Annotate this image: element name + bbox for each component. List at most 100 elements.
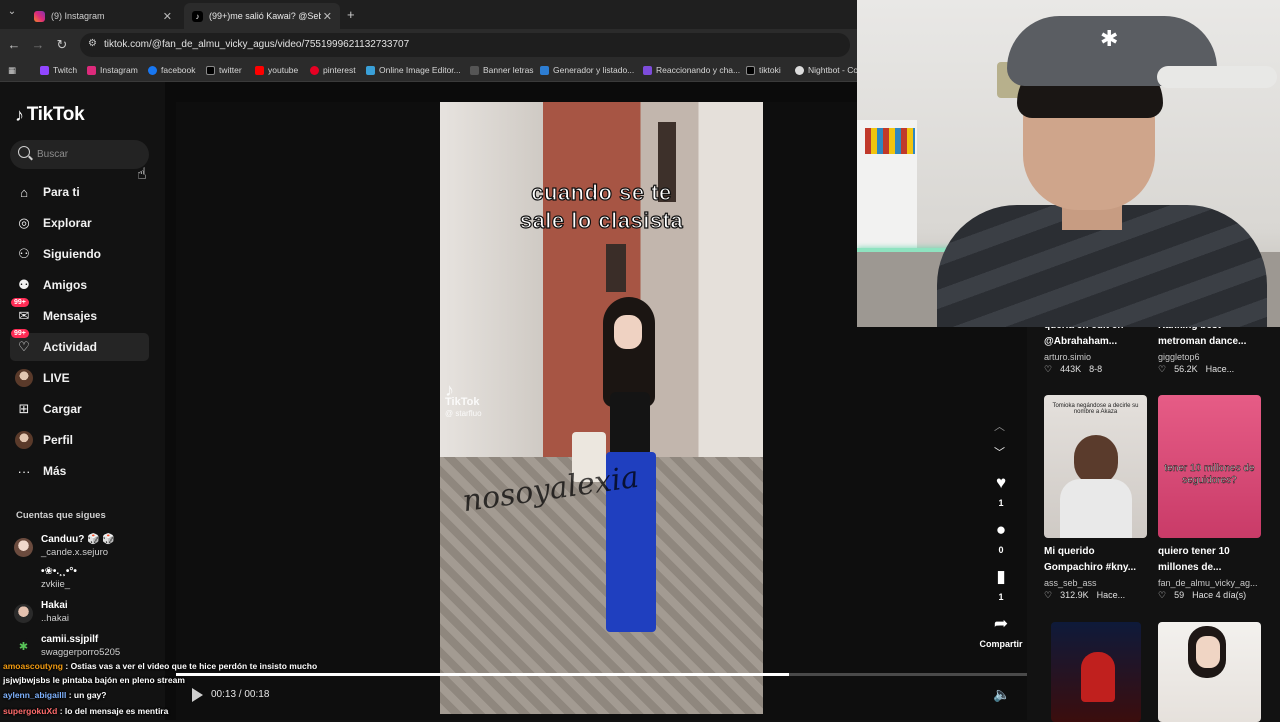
- bookmark-label: Nightbot - Co...: [808, 65, 857, 75]
- nav-label: Siguiendo: [43, 247, 101, 261]
- rec-date: Hace 4 día(s): [1192, 590, 1247, 600]
- close-tab-icon[interactable]: ✕: [163, 10, 172, 23]
- tab-title: (9) Instagram: [51, 11, 105, 21]
- nav-amigos[interactable]: ⚉ Amigos: [10, 271, 149, 299]
- nav-explorar[interactable]: ◎ Explorar: [10, 209, 149, 237]
- tab-tiktok[interactable]: ♪ (99+)me salió Kawai? @Sebasti ✕: [184, 3, 340, 29]
- notification-badge: 99+: [11, 329, 29, 338]
- bookmark-facebook[interactable]: facebook: [148, 65, 196, 75]
- chat-message: amoascoutyng : Ostias vas a ver el video…: [3, 661, 317, 671]
- chevron-down-icon[interactable]: ﹀: [994, 444, 1005, 460]
- heart-icon: ♡: [1158, 590, 1167, 600]
- url-text: tiktok.com/@fan_de_almu_vicky_agus/video…: [104, 39, 410, 50]
- bookmark-twitter[interactable]: twitter: [206, 65, 242, 75]
- rec-card[interactable]: tener 10 millones de seguidores? quiero …: [1158, 395, 1261, 601]
- bookmark-generador[interactable]: Generador y listado...: [540, 65, 634, 75]
- share-button[interactable]: ➦ Compartir: [975, 615, 1027, 650]
- back-icon[interactable]: ←: [6, 37, 22, 52]
- apps-grid-icon[interactable]: ▦: [8, 65, 16, 76]
- close-tab-icon[interactable]: ✕: [323, 10, 332, 23]
- chat-message: jsjwjbwjsbs le pintaba bajón en pleno st…: [3, 675, 185, 685]
- url-field[interactable]: ⚙ tiktok.com/@fan_de_almu_vicky_agus/vid…: [80, 33, 850, 57]
- bookmarks-bar: ▦ Twitch Instagram facebook twitter yout…: [0, 60, 857, 82]
- nav-cargar[interactable]: ⊞ Cargar: [10, 395, 149, 423]
- save-count: 1: [998, 592, 1004, 602]
- rec-title: quiero tener 10: [1158, 546, 1230, 557]
- rec-date: Hace...: [1205, 364, 1235, 374]
- following-account[interactable]: •❀•.¸¸•°• zvkiie_: [14, 566, 164, 596]
- nav-label: Para ti: [43, 185, 80, 199]
- mouse-cursor-icon: ☝: [137, 166, 147, 183]
- forward-icon[interactable]: →: [30, 37, 46, 52]
- bookmark-youtube[interactable]: youtube: [255, 65, 298, 75]
- rec-likes: 59: [1174, 590, 1185, 600]
- chevron-up-icon[interactable]: ︿: [994, 418, 1005, 434]
- account-name: Hakai: [41, 600, 68, 611]
- bookmark-reaccionando[interactable]: Reaccionando y cha...: [643, 65, 740, 75]
- comment-count: 0: [998, 545, 1004, 555]
- video-caption: cuando se te: [531, 179, 672, 205]
- chat-user: jsjwjbwjsbs: [3, 675, 51, 685]
- nav-actividad[interactable]: ♡ 99+ Actividad: [10, 329, 149, 361]
- nav-label: Más: [43, 464, 67, 478]
- nav-mensajes[interactable]: ✉ 99+ Mensajes: [10, 298, 149, 330]
- notification-badge: 99+: [11, 298, 29, 307]
- nav-live[interactable]: LIVE: [10, 364, 149, 392]
- bookmark-label: Twitch: [53, 65, 78, 75]
- following-account[interactable]: Hakai ..hakai: [14, 600, 164, 630]
- like-button[interactable]: ♥ 1: [990, 473, 1012, 509]
- bookmark-label: pinterest: [323, 65, 356, 75]
- video-subject-face: [614, 315, 642, 349]
- search-placeholder: Buscar: [37, 149, 69, 160]
- tab-instagram[interactable]: (9) Instagram ✕: [26, 3, 180, 29]
- video-progress-fill: [176, 673, 789, 676]
- tab-search-icon[interactable]: ⌄: [4, 6, 20, 17]
- activity-icon: ♡ 99+: [11, 329, 33, 356]
- search-input[interactable]: Buscar: [10, 140, 149, 169]
- watermark-user: @ starfluo: [445, 409, 482, 418]
- rec-thumbnail: tener 10 millones de seguidores?: [1158, 395, 1261, 538]
- nav-label: LIVE: [43, 371, 70, 385]
- following-account[interactable]: Canduu? 🎲 🎲 _cande.x.sejuro: [14, 534, 164, 564]
- video-progress-bar[interactable]: [176, 673, 1027, 676]
- bookmark-tiktoki[interactable]: tiktoki: [746, 65, 781, 75]
- bookmark-twitch[interactable]: Twitch: [40, 65, 77, 75]
- rec-card[interactable]: [1158, 622, 1261, 722]
- following-account[interactable]: ✱ camii.ssjpilf swaggerporro5205: [14, 634, 164, 664]
- heart-icon: ♥: [995, 473, 1007, 492]
- nav-para-ti[interactable]: ⌂ Para ti: [10, 178, 149, 206]
- bookmark-online-image-editor[interactable]: Online Image Editor...: [366, 65, 461, 75]
- heart-icon: ♡: [1044, 590, 1053, 600]
- tiktok-logo[interactable]: ♪ TikTok: [15, 104, 85, 126]
- site-info-icon[interactable]: ⚙: [88, 38, 97, 49]
- nav-perfil[interactable]: Perfil: [10, 426, 149, 454]
- reload-icon[interactable]: ↻: [54, 37, 70, 53]
- chat-user: supergokuXd: [3, 706, 58, 716]
- volume-icon[interactable]: 🔈: [993, 686, 1010, 703]
- bookmark-label: youtube: [268, 65, 299, 75]
- rec-card[interactable]: Tomioka negándose a decirle su nombre a …: [1044, 395, 1147, 601]
- browser-tab-bar: ⌄ (9) Instagram ✕ ♪ (99+)me salió Kawai?…: [0, 0, 857, 29]
- comment-button[interactable]: ● 0: [990, 520, 1012, 556]
- video-player[interactable]: cuando se te sale lo clasista ♪ TikTok @…: [440, 102, 763, 714]
- chat-text: le pintaba bajón en pleno stream: [52, 675, 185, 685]
- rec-thumbnail: [1158, 622, 1261, 722]
- bookmark-label: Instagram: [100, 65, 138, 75]
- bookmark-banner-letras[interactable]: Banner letras: [470, 65, 534, 75]
- bookmark-pinterest[interactable]: pinterest: [310, 65, 356, 75]
- bookmark-nightbot[interactable]: Nightbot - Co...: [795, 65, 857, 75]
- friends-icon: ⚉: [18, 277, 30, 292]
- save-button[interactable]: ▮ 1: [990, 568, 1012, 603]
- chat-text: : lo del mensaje es mentira: [59, 706, 169, 716]
- rec-card[interactable]: [1051, 622, 1141, 722]
- play-icon[interactable]: [192, 688, 203, 702]
- new-tab-button[interactable]: +: [347, 7, 355, 22]
- nav-siguiendo[interactable]: ⚇ Siguiendo: [10, 240, 149, 268]
- video-caption: sale lo clasista: [519, 207, 684, 233]
- instagram-icon: [34, 10, 45, 22]
- account-handle: zvkiie_: [41, 579, 71, 590]
- comment-icon: ●: [995, 520, 1007, 539]
- bookmark-instagram[interactable]: Instagram: [87, 65, 138, 75]
- nav-mas[interactable]: ··· Más: [10, 457, 149, 485]
- account-name: Canduu? 🎲 🎲: [41, 534, 115, 545]
